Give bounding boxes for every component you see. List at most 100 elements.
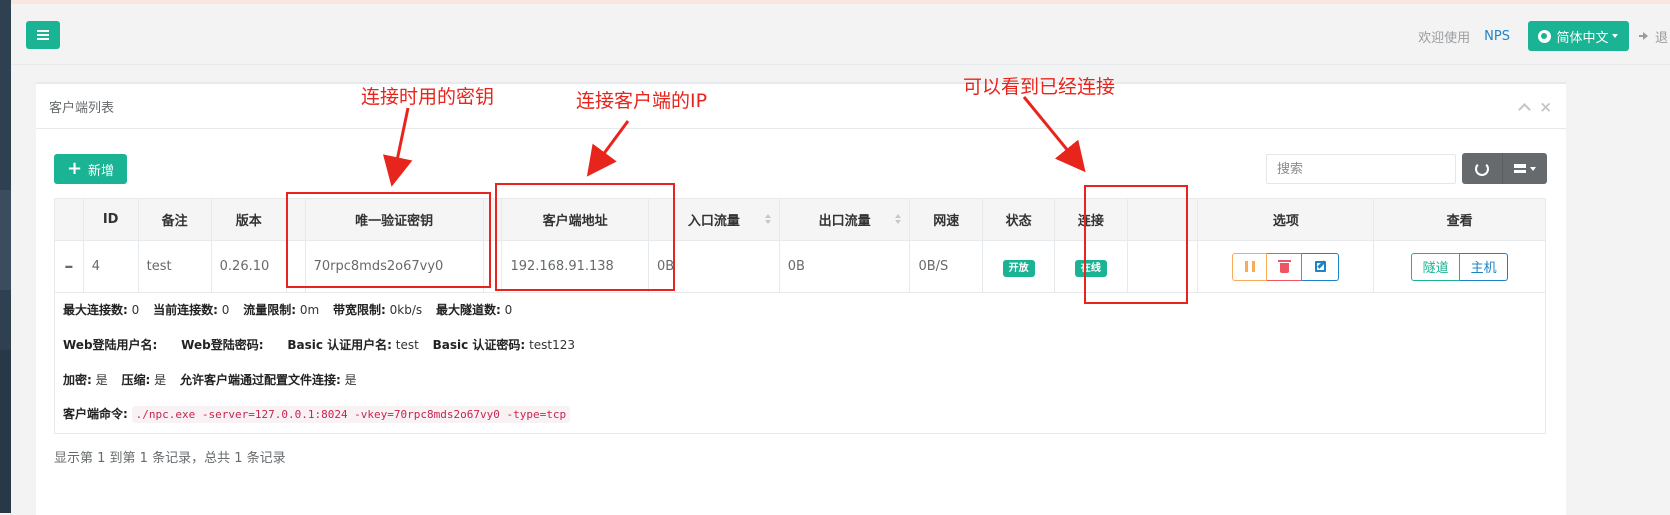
- detail-value: 0: [131, 303, 140, 317]
- close-icon[interactable]: ×: [1539, 98, 1552, 116]
- column-header[interactable]: ID: [82, 198, 139, 241]
- caret-down-icon: [1612, 34, 1619, 38]
- logout-label: 退: [1654, 30, 1668, 46]
- detail-command-line: 客户端命令: ./npc.exe -server=127.0.0.1:8024 …: [63, 405, 571, 423]
- trash-icon: [1277, 259, 1291, 273]
- clients-table: ID 备注 版本 唯一验证密钥 客户端地址 入口流量 出口流量 网速 状态 连接…: [54, 198, 1546, 293]
- detail-toggle-header: [54, 198, 84, 241]
- detail-value: 0m: [299, 303, 320, 317]
- table-toolbar: [1462, 153, 1547, 184]
- navbar-right: 欢迎使用 NPS 简体中文 退: [1418, 21, 1670, 51]
- client-command[interactable]: ./npc.exe -server=127.0.0.1:8024 -vkey=7…: [131, 406, 571, 423]
- cell-version: 0.26.10: [210, 240, 287, 293]
- language-label: 简体中文: [1556, 30, 1609, 46]
- add-client-button[interactable]: + 新增: [54, 154, 127, 184]
- status-badge: 开放: [1002, 259, 1035, 277]
- column-header[interactable]: 状态: [981, 198, 1056, 241]
- detail-label: Web登陆密码:: [181, 338, 264, 352]
- column-header[interactable]: 版本: [210, 198, 287, 241]
- detail-label: 允许客户端通过配置文件连接:: [179, 373, 341, 387]
- hamburger-icon: [37, 30, 49, 40]
- annotation-box-address: [495, 183, 675, 291]
- detail-label: 客户端命令:: [63, 407, 128, 421]
- detail-label: Basic 认证密码:: [432, 338, 526, 352]
- client-list-panel: 客户端列表 × + 新增 ID 备注 版本: [36, 82, 1566, 515]
- host-button[interactable]: 主机: [1460, 252, 1509, 281]
- nps-link[interactable]: NPS: [1484, 29, 1510, 44]
- detail-label: 最大连接数:: [63, 303, 128, 317]
- detail-label: 加密:: [63, 373, 92, 387]
- table-header-row: ID 备注 版本 唯一验证密钥 客户端地址 入口流量 出口流量 网速 状态 连接…: [54, 198, 1546, 241]
- welcome-text: 欢迎使用: [1418, 30, 1471, 46]
- detail-label: Web登陆用户名:: [63, 338, 158, 352]
- menu-toggle-button[interactable]: [26, 21, 60, 49]
- caret-down-icon: [1530, 166, 1536, 171]
- column-header[interactable]: 查看: [1373, 198, 1546, 241]
- language-dropdown[interactable]: 简体中文: [1527, 21, 1629, 51]
- view-button-group: 隧道 主机: [1411, 252, 1509, 281]
- cell-id: 4: [82, 240, 139, 293]
- detail-value: test: [395, 338, 419, 352]
- detail-value: 0kb/s: [389, 303, 423, 317]
- column-header[interactable]: 选项: [1197, 198, 1375, 241]
- detail-value: test123: [529, 338, 576, 352]
- pause-icon: [1244, 261, 1255, 272]
- detail-label: 最大隧道数:: [435, 303, 501, 317]
- cell-out-flow: 0B: [778, 240, 911, 293]
- sidebar-strip-shade: [0, 350, 11, 513]
- delete-button[interactable]: [1267, 252, 1303, 281]
- detail-flags-line: 加密: 是 压缩: 是 允许客户端通过配置文件连接: 是: [63, 371, 357, 388]
- annotation-box-vkey: [286, 192, 491, 288]
- add-button-label: 新增: [88, 163, 115, 179]
- detail-value: 是: [344, 373, 357, 387]
- detail-value: 是: [154, 373, 167, 387]
- column-header[interactable]: 备注: [137, 198, 212, 241]
- detail-label: 压缩:: [121, 373, 151, 387]
- detail-value: 0: [504, 303, 513, 317]
- panel-title: 客户端列表: [49, 101, 115, 116]
- detail-limits-line: 最大连接数: 0 当前连接数: 0 流量限制: 0m 带宽限制: 0kb/s 最…: [63, 301, 512, 318]
- collapse-icon[interactable]: [1518, 102, 1532, 116]
- panel-tools: ×: [1518, 98, 1552, 116]
- globe-icon: [1538, 29, 1552, 43]
- columns-toggle-button[interactable]: [1503, 153, 1547, 184]
- detail-label: 当前连接数:: [153, 303, 218, 317]
- pause-button[interactable]: [1232, 252, 1268, 281]
- refresh-icon: [1475, 161, 1489, 176]
- sign-out-icon: [1638, 31, 1651, 41]
- detail-value: 0: [221, 303, 230, 317]
- annotation-ip-text: 连接客户端的IP: [576, 90, 708, 112]
- edit-icon: [1314, 261, 1326, 272]
- annotation-connection-text: 可以看到已经连接: [963, 76, 1116, 98]
- column-header[interactable]: 出口流量: [778, 198, 911, 241]
- cell-options: [1197, 240, 1375, 293]
- table-row: – 4 test 0.26.10 70rpc8mds2o67vy0 192.16…: [54, 240, 1546, 293]
- plus-icon: +: [66, 158, 83, 179]
- logout-link[interactable]: 退: [1638, 27, 1668, 46]
- tunnel-button[interactable]: 隧道: [1411, 252, 1461, 281]
- cell-rate: 0B/S: [909, 240, 983, 293]
- detail-label: Basic 认证用户名:: [287, 338, 392, 352]
- annotation-vkey-text: 连接时用的密钥: [361, 86, 495, 108]
- collapse-row-button[interactable]: –: [54, 240, 84, 293]
- cell-view: 隧道 主机: [1373, 240, 1546, 293]
- detail-label: 流量限制:: [243, 303, 297, 317]
- annotation-box-connection: [1084, 185, 1188, 304]
- row-detail-panel: 最大连接数: 0 当前连接数: 0 流量限制: 0m 带宽限制: 0kb/s 最…: [54, 291, 1546, 434]
- detail-label: 带宽限制:: [333, 303, 386, 317]
- pagination-info: 显示第 1 到第 1 条记录，总共 1 条记录: [54, 451, 286, 466]
- search-input[interactable]: [1266, 154, 1456, 184]
- sidebar-strip-highlight: [0, 190, 11, 290]
- edit-button[interactable]: [1302, 252, 1340, 281]
- detail-auth-line: Web登陆用户名: Web登陆密码: Basic 认证用户名: test Bas…: [63, 336, 575, 353]
- cell-status: 开放: [981, 240, 1056, 293]
- panel-header: 客户端列表 ×: [36, 84, 1566, 129]
- sidebar-strip: [0, 0, 11, 513]
- options-button-group: [1232, 252, 1340, 281]
- top-navbar: 欢迎使用 NPS 简体中文 退: [11, 4, 1670, 65]
- cell-remark: test: [137, 240, 212, 293]
- list-icon: [1514, 164, 1526, 173]
- column-header[interactable]: 网速: [909, 198, 983, 241]
- refresh-button[interactable]: [1462, 153, 1503, 184]
- detail-value: 是: [95, 373, 108, 387]
